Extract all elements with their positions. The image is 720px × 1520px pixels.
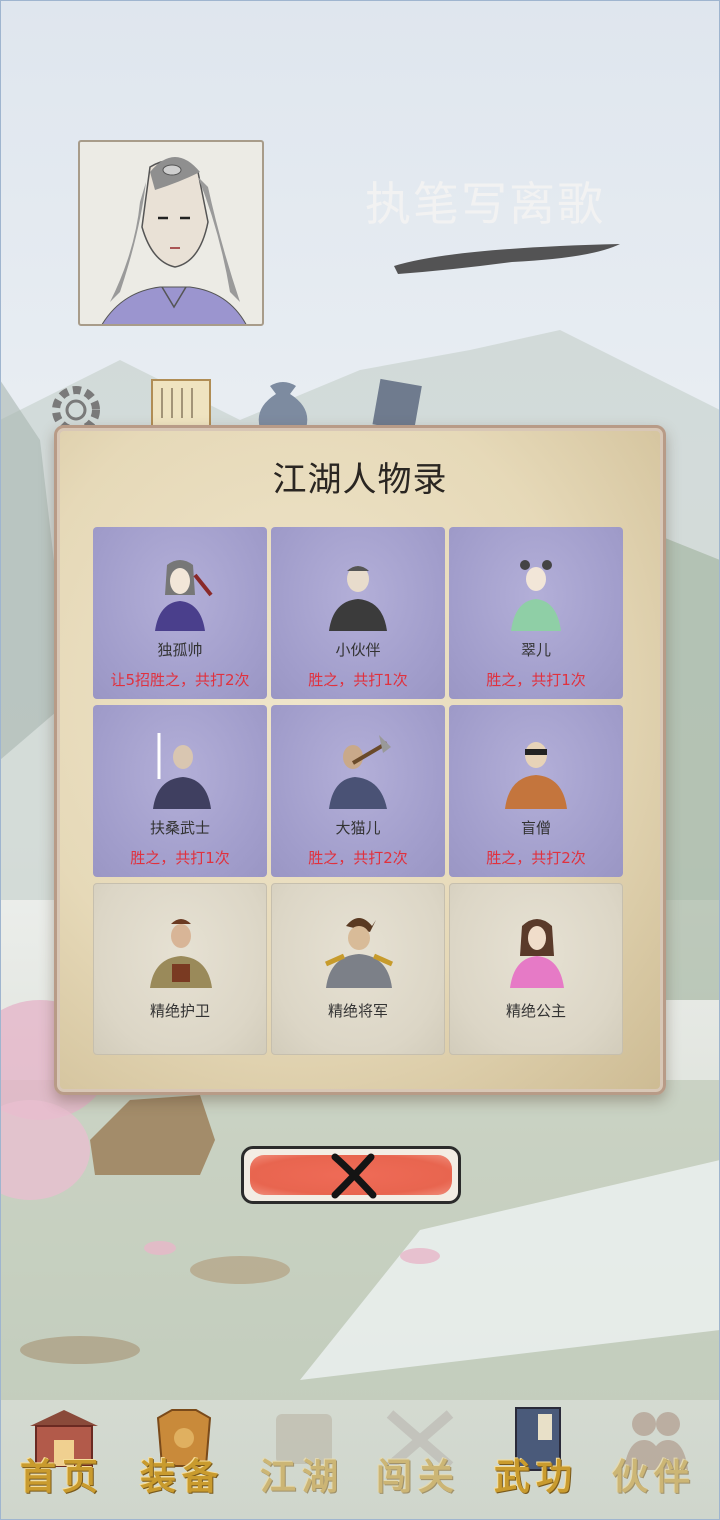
companion-portrait-icon bbox=[329, 566, 387, 631]
nav-challenge[interactable]: 闯关 bbox=[360, 1398, 476, 1518]
battle-record: 胜之，共打1次 bbox=[486, 671, 586, 689]
money-pouch-icon[interactable] bbox=[250, 378, 316, 428]
character-name: 翠儿 bbox=[520, 641, 551, 659]
battle-record: 胜之，共打2次 bbox=[308, 849, 408, 867]
character-card[interactable]: 大猫儿 胜之，共打2次 bbox=[271, 705, 445, 877]
blind-monk-portrait-icon bbox=[505, 742, 567, 809]
princess-portrait-icon bbox=[510, 919, 564, 988]
close-x-icon bbox=[331, 1153, 377, 1199]
nav-label: 闯关 bbox=[375, 1456, 460, 1498]
nav-martial-arts[interactable]: 武功 bbox=[478, 1398, 594, 1518]
maiden-portrait-icon bbox=[511, 560, 561, 631]
general-portrait-icon bbox=[324, 918, 394, 988]
battle-record: 让5招胜之，共打2次 bbox=[110, 671, 250, 689]
character-name: 扶桑武士 bbox=[149, 819, 210, 837]
close-modal-button[interactable] bbox=[241, 1146, 461, 1204]
nav-jianghu[interactable]: 江湖 bbox=[244, 1398, 360, 1518]
nav-home[interactable]: 首页 bbox=[4, 1398, 120, 1518]
nav-equipment[interactable]: 装备 bbox=[124, 1398, 240, 1518]
samurai-portrait-icon bbox=[153, 733, 211, 809]
nav-label: 首页 bbox=[19, 1456, 104, 1498]
character-name: 盲僧 bbox=[520, 819, 551, 837]
nav-label: 江湖 bbox=[259, 1456, 344, 1498]
nav-companions[interactable]: 伙伴 bbox=[596, 1398, 712, 1518]
character-grid: 独孤帅 让5招胜之，共打2次 小伙伴 胜之，共打1次 翠儿 胜之，共打1次 扶桑… bbox=[93, 527, 625, 1057]
axeman-portrait-icon bbox=[329, 735, 391, 809]
character-card[interactable]: 扶桑武士 胜之，共打1次 bbox=[93, 705, 267, 877]
bottom-nav: 首页 装备 江湖 闯关 武功 伙伴 bbox=[0, 1398, 720, 1520]
ink-brush-stroke bbox=[394, 244, 620, 274]
character-name: 精绝公主 bbox=[505, 1002, 566, 1020]
character-name: 精绝将军 bbox=[327, 1002, 388, 1020]
character-name: 独孤帅 bbox=[157, 641, 203, 659]
battle-record: 胜之，共打1次 bbox=[308, 671, 408, 689]
character-name: 大猫儿 bbox=[335, 819, 381, 837]
character-card[interactable]: 精绝护卫 bbox=[93, 883, 267, 1055]
battle-record: 胜之，共打1次 bbox=[130, 849, 230, 867]
character-card[interactable]: 精绝公主 bbox=[449, 883, 623, 1055]
guard-portrait-icon bbox=[150, 919, 212, 988]
swordsman-portrait-icon bbox=[155, 560, 213, 631]
nav-label: 武功 bbox=[493, 1456, 578, 1498]
character-card[interactable]: 独孤帅 让5招胜之，共打2次 bbox=[93, 527, 267, 699]
character-card[interactable]: 翠儿 胜之，共打1次 bbox=[449, 527, 623, 699]
nav-label: 装备 bbox=[139, 1456, 224, 1498]
character-card[interactable]: 盲僧 胜之，共打2次 bbox=[449, 705, 623, 877]
character-card[interactable]: 精绝将军 bbox=[271, 883, 445, 1055]
nav-label: 伙伴 bbox=[611, 1456, 696, 1498]
character-card[interactable]: 小伙伴 胜之，共打1次 bbox=[271, 527, 445, 699]
scroll-icon[interactable] bbox=[148, 378, 214, 428]
book-icon[interactable] bbox=[368, 378, 424, 428]
character-name: 小伙伴 bbox=[335, 641, 381, 659]
player-avatar[interactable] bbox=[78, 140, 264, 326]
character-name: 精绝护卫 bbox=[149, 1002, 210, 1020]
modal-title: 江湖人物录 bbox=[272, 460, 448, 500]
battle-record: 胜之，共打2次 bbox=[486, 849, 586, 867]
player-name: 执笔写离歌 bbox=[365, 177, 605, 231]
